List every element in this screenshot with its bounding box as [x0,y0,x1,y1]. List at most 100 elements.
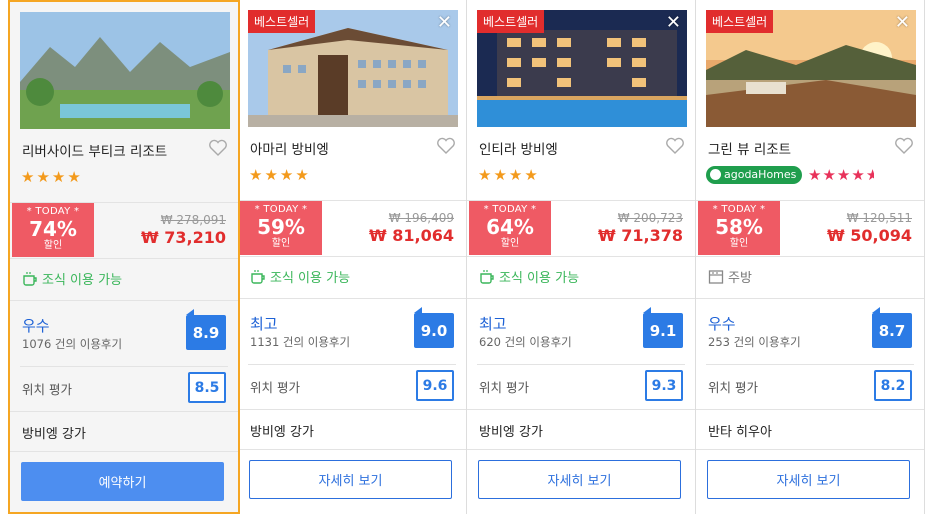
hotel-name[interactable]: 그린 뷰 리조트 [708,138,791,158]
amenity-breakfast: 조식 이용 가능 [22,269,122,288]
hotel-card[interactable]: 베스트셀러 ✕ 아마리 방비엥 ★ ★ ★ ★ * TODAY * 59% 할인 ₩ … [238,0,467,514]
divider [238,298,466,299]
review-count[interactable]: 1076 건의 이용후기 [22,336,122,352]
star-icon: ★ [51,168,66,186]
home-icon [710,169,721,180]
star-icon: ★ [836,166,851,184]
star-icon: ★ [279,166,294,184]
review-score: 8.9 [186,309,226,350]
divider [10,300,238,301]
close-icon[interactable]: ✕ [437,14,452,32]
divider [467,298,695,299]
original-price: ₩ 196,409 [388,211,454,225]
location-label: 위치 평가 [479,380,529,395]
hotel-card[interactable]: 리버사이드 부티크 리조트 ★ ★ ★ ★ * TODAY * 74% 할인 ₩ 27… [8,0,240,514]
location-label: 위치 평가 [22,382,72,397]
hotel-card[interactable]: 베스트셀러 ✕ 인티라 방비엥 ★ ★ ★ ★ * TODAY * 64% 할인 ₩ … [467,0,696,514]
sale-price: ₩ 73,210 [141,228,226,247]
rating-word: 우수 [22,317,50,335]
agoda-homes-label: agodaHomes [724,168,797,181]
divider [238,449,466,450]
area-name: 반타 히우아 [708,425,772,440]
agoda-homes-tag: agodaHomes [706,166,803,184]
discount-percent: 58% [715,215,763,239]
divider [706,364,914,365]
star-rating: ★ ★ ★ ★ [249,167,309,183]
star-icon: ★ [295,166,309,184]
rating-word: 최고 [479,315,507,333]
view-details-button[interactable]: 자세히 보기 [707,460,910,499]
sale-price: ₩ 81,064 [369,226,454,245]
favorite-heart-icon[interactable] [208,139,228,157]
star-icon: ★ [493,166,507,184]
divider [696,256,924,257]
kitchen-icon [708,269,724,284]
bestseller-badge: 베스트셀러 [477,10,545,33]
review-count[interactable]: 620 건의 이용후기 [479,334,572,350]
discount-text: 할인 [43,240,63,251]
location-label: 위치 평가 [708,380,758,395]
hotel-name[interactable]: 리버사이드 부티크 리조트 [22,140,167,160]
star-rating: ★ ★ ★ ★ [478,167,538,183]
hotel-name[interactable]: 인티라 방비엥 [479,138,558,158]
amenity-label: 주방 [728,271,752,286]
location-score: 8.2 [874,370,912,401]
discount-percent: 59% [257,215,305,239]
divider [238,409,466,410]
divider [10,258,238,259]
favorite-heart-icon[interactable] [894,137,914,155]
bestseller-badge: 베스트셀러 [706,10,774,33]
divider [238,256,466,257]
favorite-heart-icon[interactable] [665,137,685,155]
amenity-label: 조식 이용 가능 [270,271,351,286]
hotel-name[interactable]: 아마리 방비엥 [250,138,329,158]
sale-price: ₩ 50,094 [827,226,912,245]
discount-text: 할인 [729,238,749,249]
discount-badge: * TODAY * 58% 할인 [698,201,780,255]
hotel-photo[interactable] [20,12,230,129]
view-details-button[interactable]: 자세히 보기 [478,460,681,499]
divider [696,449,924,450]
location-label: 위치 평가 [250,380,300,395]
rating-word: 최고 [250,315,278,333]
star-icon: ★ [478,166,492,184]
divider [477,364,685,365]
review-score: 8.7 [872,307,912,348]
amenity-label: 조식 이용 가능 [42,273,123,288]
review-count[interactable]: 1131 건의 이용후기 [250,334,350,350]
discount-badge: * TODAY * 64% 할인 [469,201,551,255]
favorite-heart-icon[interactable] [436,137,456,155]
star-icon: ★ [822,166,836,184]
amenity-breakfast: 조식 이용 가능 [250,267,350,286]
discount-badge: * TODAY * 74% 할인 [12,203,94,257]
close-icon[interactable]: ✕ [666,14,681,32]
hotel-comparison-row: 리버사이드 부티크 리조트 ★ ★ ★ ★ * TODAY * 74% 할인 ₩ 27… [0,0,932,527]
star-icon: ★ [264,166,278,184]
hotel-card[interactable]: 베스트셀러 ✕ 그린 뷰 리조트 agodaHomes ★ ★ ★ ★ ★ * TODA… [696,0,925,514]
discount-badge: * TODAY * 59% 할인 [240,201,322,255]
divider [10,451,238,452]
amenity-kitchen: 주방 [708,267,752,286]
star-icon: ★ [808,166,822,184]
coffee-cup-icon [480,269,494,284]
today-label: * TODAY * [483,204,537,215]
divider [248,364,456,365]
book-button[interactable]: 예약하기 [21,462,224,501]
sale-price: ₩ 71,378 [598,226,683,245]
area-name: 방비엥 강가 [479,425,543,440]
review-score: 9.1 [643,307,683,348]
bestseller-badge: 베스트셀러 [248,10,316,33]
hotel-photo[interactable]: 베스트셀러 ✕ [248,10,458,127]
star-icon: ★ [508,166,523,184]
original-price: ₩ 120,511 [846,211,912,225]
star-icon: ★ [67,168,81,186]
hotel-photo[interactable]: 베스트셀러 ✕ [706,10,916,127]
discount-text: 할인 [500,238,520,249]
original-price: ₩ 200,723 [617,211,683,225]
review-count[interactable]: 253 건의 이용후기 [708,334,801,350]
half-star-icon: ★ [865,167,874,183]
original-price: ₩ 278,091 [160,213,226,227]
close-icon[interactable]: ✕ [895,14,910,32]
view-details-button[interactable]: 자세히 보기 [249,460,452,499]
hotel-photo[interactable]: 베스트셀러 ✕ [477,10,687,127]
